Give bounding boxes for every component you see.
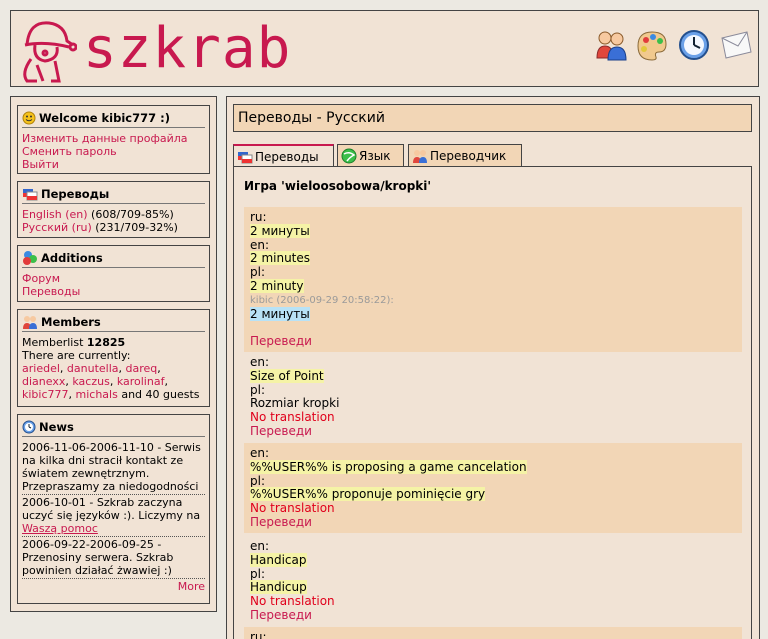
en-value: Size of Point [250,368,324,383]
more-news-link[interactable]: More [178,580,205,593]
main-panel: Переводы - Русский Переводы Язык Перевод… [226,96,760,639]
palette-icon[interactable] [635,28,669,62]
additions-box: Additions Форум Переводы [17,245,210,302]
translation-entry: ru: [244,627,742,639]
user-link[interactable]: kibic777 [22,388,69,401]
user-link[interactable]: dareq [126,362,158,375]
russian-link[interactable]: Русский (ru) [22,221,92,234]
tab-language[interactable]: Язык [337,144,404,166]
user-link[interactable]: karolinaf [117,375,165,388]
pl-value: Rozmiar kropki [250,396,340,411]
flags-icon [23,188,38,200]
translate-link[interactable]: Переведи [250,515,312,529]
user-link[interactable]: michals [76,388,118,401]
smiley-icon [22,111,36,124]
translation-entry: ru: 2 минуты en: 2 minutes pl: 2 minuty … [244,207,742,352]
tab-translations[interactable]: Переводы [233,144,334,167]
translation-english: English (en) (608/709-85%) [22,208,174,221]
translation-russian: Русский (ru) (231/709-32%) [22,221,178,234]
en-value: 2 minutes [250,251,311,266]
users-icon [23,315,37,329]
help-link[interactable]: Waszą pomoc [22,522,98,535]
translate-link[interactable]: Переведи [250,334,312,348]
news-box: News 2006-11-06-2006-11-10 - Serwis na k… [17,414,210,604]
welcome-box: Welcome kibic777 :) Изменить данные проф… [17,105,210,174]
no-translation-status: No translation [250,410,335,425]
translation-entry: en: %%USER%% is proposing a game cancela… [244,443,742,533]
suggestion-meta: kibic (2006-09-29 20:58:22): [250,294,394,306]
news-title: News [39,419,74,434]
no-translation-status: No translation [250,594,335,609]
suggestion-value: 2 минуты [250,306,310,321]
logout-link[interactable]: Выйти [22,158,59,171]
en-value: Handicap [250,552,307,567]
translation-entry: en: Handicap pl: Handicup No translation… [244,536,742,624]
gnome-logo-icon [23,21,77,83]
translations-content: Игра 'wieloosobowa/kropki' ru: 2 минуты … [233,166,752,639]
flags-icon [238,151,253,163]
translate-link[interactable]: Переведи [250,608,312,622]
tab-translator[interactable]: Переводчик [408,144,522,166]
memberlist: Memberlist 12825 [22,336,126,349]
welcome-title: Welcome kibic777 :) [39,110,170,125]
clock-icon[interactable] [677,28,711,62]
forum-link[interactable]: Форум [22,272,60,285]
members-title: Members [41,314,101,329]
translate-link[interactable]: Переведи [250,424,312,438]
user-link[interactable]: kaczus [72,375,109,388]
user-link[interactable]: danutella [67,362,119,375]
no-translation-status: No translation [250,501,335,516]
mail-icon[interactable] [719,28,753,62]
news-item: 2006-11-06-2006-11-10 - Serwis na kilka … [22,441,205,495]
page-title: Переводы - Русский [233,104,752,132]
members-box: Members Memberlist 12825 There are curre… [17,309,210,407]
pl-value: 2 minuty [250,278,304,293]
member-count: 12825 [86,336,126,349]
news-item: 2006-09-22-2006-09-25 - Przenosiny serwe… [22,538,205,579]
pl-value: Handicup [250,580,307,595]
user-link[interactable]: dianexx [22,375,65,388]
logo[interactable]: szkrab [15,15,305,87]
translation-entry: en: Size of Point pl: Rozmiar kropki No … [244,352,742,440]
user-link[interactable]: ariedel [22,362,60,375]
globe-icon [341,148,357,163]
translations-title: Переводы [41,186,110,201]
news-item: 2006-10-01 - Szkrab zaczyna uczyć się ję… [22,496,205,537]
header: szkrab [10,10,759,87]
users-icon [413,149,427,163]
currently-label: There are currently: [22,349,131,362]
logo-text: szkrab [83,16,292,81]
online-users: ariedel, danutella, dareq, dianexx, kacz… [22,362,200,401]
en-value: %%USER%% is proposing a game cancelation [250,459,527,474]
users-icon[interactable] [594,28,628,62]
shapes-icon [23,250,37,265]
game-title: Игра 'wieloosobowa/kropki' [244,179,432,193]
translations-box: Переводы English (en) (608/709-85%) Русс… [17,181,210,238]
english-link[interactable]: English (en) [22,208,88,221]
pl-value: %%USER%% proponuje pominięcie gry [250,487,486,502]
change-password-link[interactable]: Сменить пароль [22,145,117,158]
edit-profile-link[interactable]: Изменить данные профайла [22,132,188,145]
clock-icon [22,420,36,433]
additions-title: Additions [41,250,103,265]
ru-value: 2 минуты [250,223,310,238]
translations-link[interactable]: Переводы [22,285,80,298]
sidebar: Welcome kibic777 :) Изменить данные проф… [10,96,217,612]
